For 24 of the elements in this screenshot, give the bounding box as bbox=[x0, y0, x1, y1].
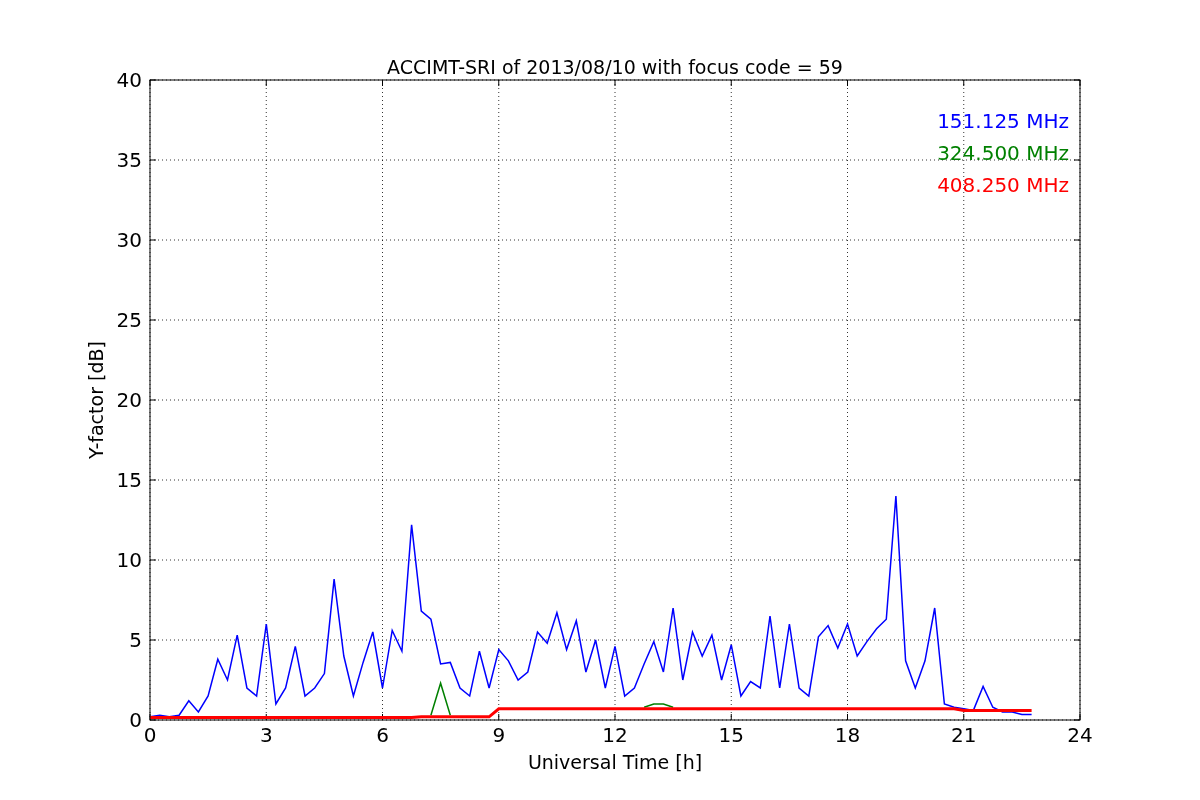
y-tick-label: 25 bbox=[116, 308, 142, 332]
legend-label: 408.250 MHz bbox=[937, 173, 1069, 197]
x-axis-label: Universal Time [h] bbox=[527, 751, 703, 773]
x-tick-label: 24 bbox=[1067, 723, 1093, 747]
x-tick-label: 0 bbox=[143, 723, 157, 747]
legend-label: 151.125 MHz bbox=[937, 109, 1069, 133]
x-tick-label: 9 bbox=[492, 723, 506, 747]
y-tick-label: 10 bbox=[116, 548, 142, 572]
legend-label: 324.500 MHz bbox=[937, 141, 1069, 165]
y-tick-label: 5 bbox=[129, 628, 142, 652]
x-tick-label: 12 bbox=[602, 723, 628, 747]
y-tick-label: 35 bbox=[116, 148, 142, 172]
x-tick-label: 6 bbox=[376, 723, 389, 747]
chart-title: ACCIMT-SRI of 2013/08/10 with focus code = 59 bbox=[387, 56, 843, 78]
y-axis-label: Y-factor [dB] bbox=[85, 341, 107, 459]
y-tick-label: 0 bbox=[129, 708, 142, 732]
x-tick-label: 3 bbox=[259, 723, 273, 747]
x-tick-label: 15 bbox=[718, 723, 744, 747]
x-tick-label: 18 bbox=[834, 723, 861, 747]
y-tick-label: 40 bbox=[116, 68, 142, 92]
y-tick-label: 30 bbox=[116, 228, 142, 252]
y-tick-label: 15 bbox=[116, 468, 142, 492]
y-tick-label: 20 bbox=[116, 388, 142, 412]
x-tick-label: 21 bbox=[951, 723, 977, 747]
